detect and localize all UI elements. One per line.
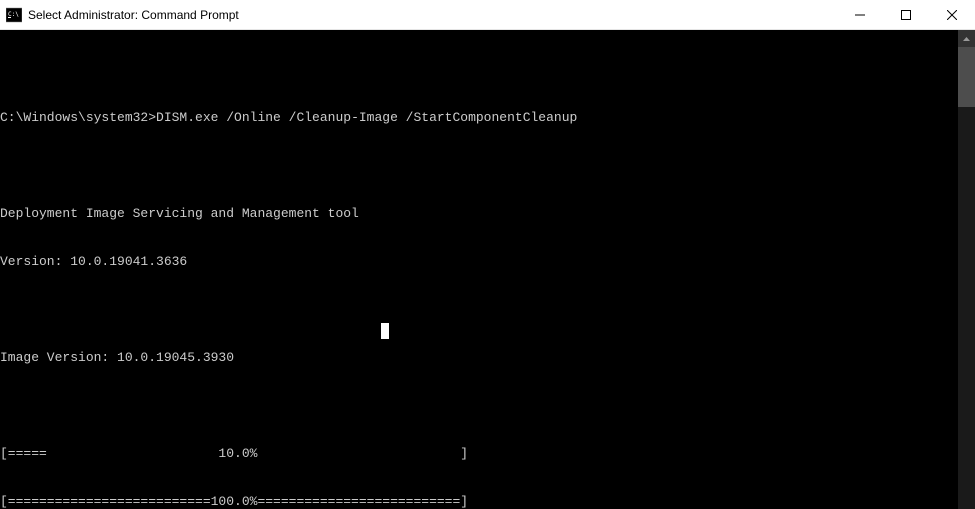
svg-text:C:\: C:\ — [8, 11, 19, 18]
window-title: Select Administrator: Command Prompt — [28, 8, 837, 22]
output-line: Image Version: 10.0.19045.3930 — [0, 350, 958, 366]
prompt-path: C:\Windows\system32> — [0, 110, 156, 126]
scroll-up-button[interactable] — [958, 30, 975, 47]
window-titlebar: C:\ Select Administrator: Command Prompt — [0, 0, 975, 30]
progress-line: [==========================100.0%=======… — [0, 494, 958, 509]
scrollbar-thumb[interactable] — [958, 47, 975, 107]
output-line: Version: 10.0.19041.3636 — [0, 254, 958, 270]
minimize-button[interactable] — [837, 0, 883, 29]
window-controls — [837, 0, 975, 29]
terminal-area[interactable]: C:\Windows\system32>DISM.exe /Online /Cl… — [0, 30, 975, 509]
vertical-scrollbar[interactable] — [958, 30, 975, 509]
terminal-content[interactable]: C:\Windows\system32>DISM.exe /Online /Cl… — [0, 30, 958, 509]
command-text: DISM.exe /Online /Cleanup-Image /StartCo… — [156, 110, 577, 126]
selection-caret — [381, 323, 389, 339]
close-button[interactable] — [929, 0, 975, 29]
maximize-button[interactable] — [883, 0, 929, 29]
cmd-icon: C:\ — [6, 7, 22, 23]
output-line: Deployment Image Servicing and Managemen… — [0, 206, 958, 222]
progress-line: [===== 10.0% ] — [0, 446, 958, 462]
